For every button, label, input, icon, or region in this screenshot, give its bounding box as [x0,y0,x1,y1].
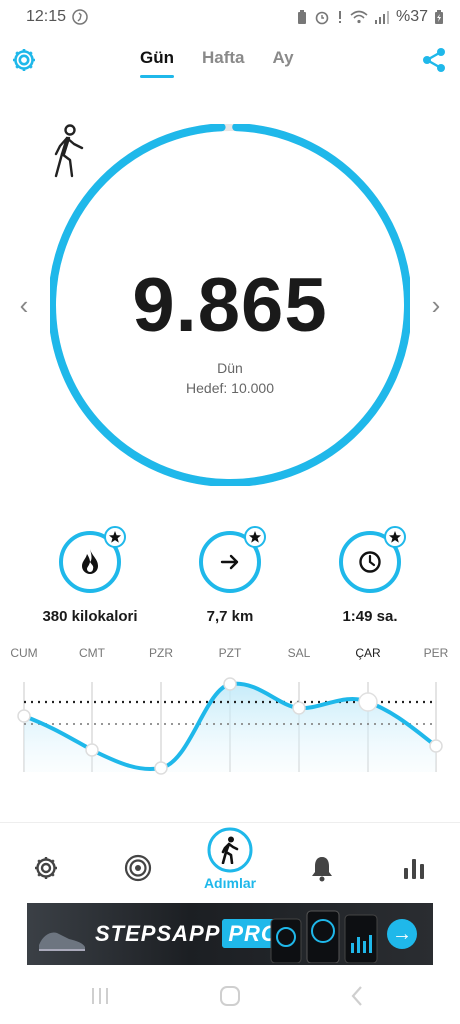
ad-arrow-button[interactable]: → [387,919,417,949]
bell-icon[interactable] [307,853,337,883]
status-bar: 12:15 %37 [0,0,460,34]
app-phones-image [270,910,378,963]
running-shoe-image [39,932,85,951]
calories-stat[interactable]: 380 kilokalori [20,526,160,625]
ad-brand-main: STEPSAPP [95,921,221,946]
star-badge-icon [384,526,406,548]
alarm-icon [315,11,329,25]
chart-point-cmt [85,743,99,757]
alert-icon [338,11,341,23]
flame-icon [82,549,98,574]
status-time: 12:15 [26,8,67,25]
day-label-pzr[interactable]: PZR [149,646,173,660]
wifi-icon [350,10,368,24]
chart-point-cum [17,709,31,723]
clock-icon [359,551,381,573]
walking-person-icon [54,124,84,178]
tab-week[interactable]: Hafta [202,48,245,78]
steps-progress-ring: 9.865 Dün Hedef: 10.000 [50,124,410,486]
top-bar: Gün Hafta Ay [0,34,460,94]
battery-percent: %37 [395,8,428,25]
settings-gear-icon[interactable] [10,46,38,74]
duration-stat[interactable]: 1:49 sa. [300,526,440,625]
calories-label: 380 kilokalori [42,608,138,625]
goal-text: Hedef: 10.000 [186,380,274,396]
nav-steps-label: Adımlar [203,875,257,891]
day-label-per[interactable]: PER [424,646,449,660]
chart-point-pzt [223,677,237,691]
arrow-right-icon [220,554,239,570]
gear-icon[interactable] [31,853,61,883]
recent-apps-icon[interactable] [88,984,112,1008]
distance-label: 7,7 km [206,608,254,625]
step-counter-status-icon [72,9,88,25]
battery-saver-icon [297,10,306,24]
chart-point-sal [292,701,306,715]
distance-stat[interactable]: 7,7 km [160,526,300,625]
previous-day-arrow[interactable]: ‹ [14,292,34,318]
system-navigation-bar [0,966,460,1024]
step-count: 9.865 [132,263,328,348]
battery-charging-icon [435,10,443,24]
share-icon[interactable] [420,46,448,74]
walker-icon [221,836,239,864]
day-label-sal[interactable]: SAL [288,646,311,660]
bar-chart-icon[interactable] [399,853,429,883]
day-label-cum[interactable]: CUM [10,646,37,660]
weekday-labels: CUM CMT PZR PZT SAL ÇAR PER [0,646,460,666]
target-icon[interactable] [123,853,153,883]
ad-brand-text: STEPSAPP PRO [95,919,286,948]
day-label-car[interactable]: ÇAR [355,646,380,660]
period-tabs: Gün Hafta Ay [140,48,294,78]
weekly-steps-chart [17,677,443,775]
ad-banner[interactable]: STEPSAPP PRO → [27,903,433,965]
chart-point-pzr [154,761,168,775]
day-label-pzt[interactable]: PZT [219,646,242,660]
duration-label: 1:49 sa. [342,608,398,625]
home-icon[interactable] [218,984,242,1008]
day-label-cmt[interactable]: CMT [79,646,105,660]
back-icon[interactable] [346,984,370,1008]
bottom-navigation: Adımlar [0,822,460,902]
chart-point-car [358,692,378,712]
nav-steps[interactable]: Adımlar [190,827,270,891]
chart-point-per [429,739,443,753]
star-badge-icon [244,526,266,548]
tab-month[interactable]: Ay [273,48,294,78]
day-label: Dün [217,360,243,376]
tab-day[interactable]: Gün [140,48,174,78]
signal-icon [374,11,389,24]
next-day-arrow[interactable]: › [426,292,446,318]
star-badge-icon [104,526,126,548]
